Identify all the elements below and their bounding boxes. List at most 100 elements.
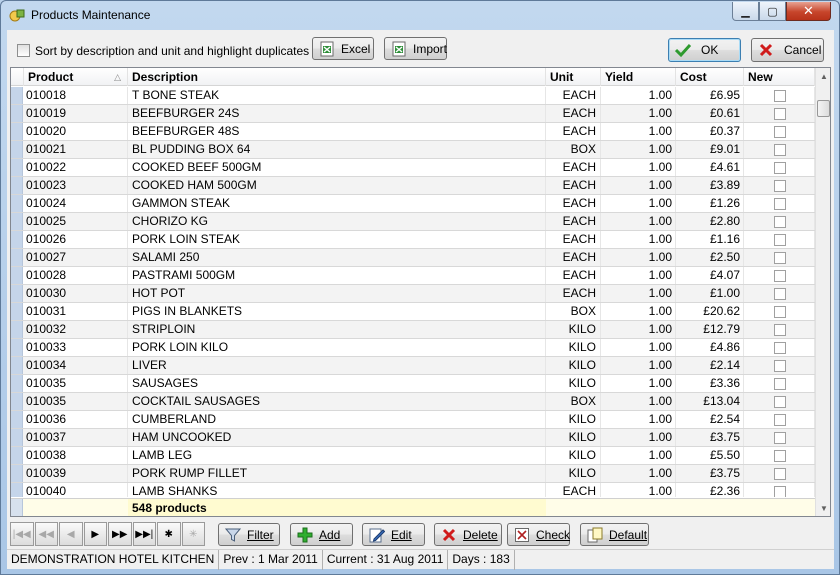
- header-cost[interactable]: Cost: [676, 68, 744, 86]
- new-checkbox[interactable]: [774, 216, 786, 228]
- minimize-button[interactable]: ▁: [732, 2, 759, 21]
- cell-cost[interactable]: £12.79: [676, 321, 744, 338]
- cell-product[interactable]: 010034: [24, 357, 128, 374]
- new-checkbox[interactable]: [774, 180, 786, 192]
- close-button[interactable]: ✕: [786, 2, 831, 21]
- cancel-button[interactable]: Cancel: [751, 38, 824, 62]
- delete-button[interactable]: Delete: [434, 523, 502, 546]
- table-row[interactable]: 010032 STRIPLOIN KILO 1.00 £12.79: [11, 321, 815, 339]
- cell-product[interactable]: 010036: [24, 411, 128, 428]
- products-grid[interactable]: Product △ Description Unit Yield Cost Ne…: [10, 67, 831, 517]
- row-indicator[interactable]: [11, 267, 23, 284]
- cell-unit[interactable]: EACH: [546, 195, 601, 212]
- cell-yield[interactable]: 1.00: [601, 123, 676, 140]
- new-checkbox[interactable]: [774, 162, 786, 174]
- cell-description[interactable]: COOKED BEEF 500GM: [128, 159, 546, 176]
- sort-checkbox-label[interactable]: Sort by description and unit and highlig…: [35, 44, 309, 58]
- cell-yield[interactable]: 1.00: [601, 159, 676, 176]
- cell-yield[interactable]: 1.00: [601, 249, 676, 266]
- cell-unit[interactable]: EACH: [546, 105, 601, 122]
- cell-yield[interactable]: 1.00: [601, 267, 676, 284]
- cell-description[interactable]: LIVER: [128, 357, 546, 374]
- cell-cost[interactable]: £3.89: [676, 177, 744, 194]
- table-row[interactable]: 010038 LAMB LEG KILO 1.00 £5.50: [11, 447, 815, 465]
- cell-cost[interactable]: £2.50: [676, 249, 744, 266]
- cell-unit[interactable]: EACH: [546, 483, 601, 497]
- cell-unit[interactable]: KILO: [546, 465, 601, 482]
- new-checkbox[interactable]: [774, 324, 786, 336]
- cell-description[interactable]: STRIPLOIN: [128, 321, 546, 338]
- table-row[interactable]: 010031 PIGS IN BLANKETS BOX 1.00 £20.62: [11, 303, 815, 321]
- cell-description[interactable]: PIGS IN BLANKETS: [128, 303, 546, 320]
- new-checkbox[interactable]: [774, 486, 786, 497]
- table-row[interactable]: 010028 PASTRAMI 500GM EACH 1.00 £4.07: [11, 267, 815, 285]
- cell-product[interactable]: 010032: [24, 321, 128, 338]
- scroll-thumb[interactable]: [817, 100, 830, 117]
- cell-unit[interactable]: EACH: [546, 177, 601, 194]
- cell-product[interactable]: 010039: [24, 465, 128, 482]
- cell-unit[interactable]: EACH: [546, 231, 601, 248]
- cell-description[interactable]: HAM UNCOOKED: [128, 429, 546, 446]
- row-indicator[interactable]: [11, 375, 23, 392]
- cell-description[interactable]: SALAMI 250: [128, 249, 546, 266]
- vertical-scrollbar[interactable]: ▲ ▼: [815, 68, 830, 516]
- cell-product[interactable]: 010030: [24, 285, 128, 302]
- header-product[interactable]: Product △: [24, 68, 128, 86]
- cell-product[interactable]: 010023: [24, 177, 128, 194]
- new-checkbox[interactable]: [774, 234, 786, 246]
- excel-button[interactable]: Excel: [312, 37, 374, 60]
- cell-description[interactable]: COOKED HAM 500GM: [128, 177, 546, 194]
- new-checkbox[interactable]: [774, 432, 786, 444]
- row-indicator[interactable]: [11, 429, 23, 446]
- default-button[interactable]: Default: [580, 523, 649, 546]
- cell-cost[interactable]: £9.01: [676, 141, 744, 158]
- cell-description[interactable]: LAMB LEG: [128, 447, 546, 464]
- cell-yield[interactable]: 1.00: [601, 141, 676, 158]
- cell-product[interactable]: 010040: [24, 483, 128, 497]
- table-row[interactable]: 010030 HOT POT EACH 1.00 £1.00: [11, 285, 815, 303]
- cell-unit[interactable]: KILO: [546, 429, 601, 446]
- cell-product[interactable]: 010031: [24, 303, 128, 320]
- cell-cost[interactable]: £2.80: [676, 213, 744, 230]
- next-page-icon[interactable]: ▶▶: [108, 522, 132, 546]
- add-button[interactable]: Add: [290, 523, 353, 546]
- first-record-icon[interactable]: |◀◀: [10, 522, 34, 546]
- cell-description[interactable]: PORK LOIN STEAK: [128, 231, 546, 248]
- table-row[interactable]: 010025 CHORIZO KG EACH 1.00 £2.80: [11, 213, 815, 231]
- scroll-up-icon[interactable]: ▲: [816, 68, 830, 85]
- table-row[interactable]: 010021 BL PUDDING BOX 64 BOX 1.00 £9.01: [11, 141, 815, 159]
- new-checkbox[interactable]: [774, 270, 786, 282]
- cell-yield[interactable]: 1.00: [601, 393, 676, 410]
- cell-cost[interactable]: £5.50: [676, 447, 744, 464]
- new-checkbox[interactable]: [774, 306, 786, 318]
- row-indicator[interactable]: [11, 411, 23, 428]
- cell-cost[interactable]: £4.61: [676, 159, 744, 176]
- cell-description[interactable]: CHORIZO KG: [128, 213, 546, 230]
- edit-button[interactable]: Edit: [362, 523, 425, 546]
- cell-product[interactable]: 010025: [24, 213, 128, 230]
- cell-cost[interactable]: £6.95: [676, 87, 744, 104]
- cell-unit[interactable]: KILO: [546, 357, 601, 374]
- cell-cost[interactable]: £4.07: [676, 267, 744, 284]
- cell-description[interactable]: HOT POT: [128, 285, 546, 302]
- import-button[interactable]: Import: [384, 37, 447, 60]
- cell-yield[interactable]: 1.00: [601, 429, 676, 446]
- row-indicator[interactable]: [11, 231, 23, 248]
- cell-cost[interactable]: £4.86: [676, 339, 744, 356]
- new-checkbox[interactable]: [774, 144, 786, 156]
- row-indicator[interactable]: [11, 357, 23, 374]
- table-row[interactable]: 010039 PORK RUMP FILLET KILO 1.00 £3.75: [11, 465, 815, 483]
- cell-description[interactable]: BL PUDDING BOX 64: [128, 141, 546, 158]
- cell-description[interactable]: BEEFBURGER 24S: [128, 105, 546, 122]
- row-indicator[interactable]: [11, 465, 23, 482]
- row-indicator[interactable]: [11, 123, 23, 140]
- row-indicator[interactable]: [11, 321, 23, 338]
- cell-yield[interactable]: 1.00: [601, 447, 676, 464]
- table-row[interactable]: 010027 SALAMI 250 EACH 1.00 £2.50: [11, 249, 815, 267]
- row-indicator[interactable]: [11, 87, 23, 104]
- cell-cost[interactable]: £2.54: [676, 411, 744, 428]
- cell-product[interactable]: 010021: [24, 141, 128, 158]
- cell-cost[interactable]: £3.36: [676, 375, 744, 392]
- cell-yield[interactable]: 1.00: [601, 411, 676, 428]
- row-indicator[interactable]: [11, 195, 23, 212]
